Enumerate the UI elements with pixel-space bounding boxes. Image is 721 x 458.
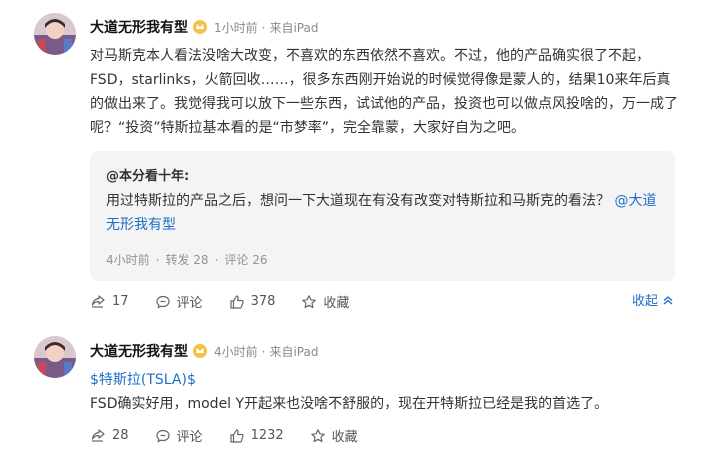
comment-button[interactable]: 评论: [155, 426, 203, 445]
share-icon: [91, 428, 105, 442]
vip-crown-icon: [192, 343, 208, 359]
post-meta: 4小时前 · 来自iPad: [214, 344, 319, 359]
post-actions: 28 评论 1232 收藏: [90, 426, 384, 445]
stock-tag-link[interactable]: $特斯拉(TSLA)$: [90, 368, 680, 392]
avatar[interactable]: [34, 336, 76, 378]
collect-button[interactable]: 收藏: [310, 426, 358, 445]
share-count: 28: [112, 428, 129, 443]
post-source: 来自iPad: [269, 344, 319, 359]
post-content: $特斯拉(TSLA)$ FSD确实好用，model Y开起来也没啥不舒服的，现在…: [90, 368, 680, 416]
collect-icon: [310, 428, 325, 442]
post-text: FSD确实好用，model Y开起来也没啥不舒服的，现在开特斯拉已经是我的首选了…: [90, 396, 609, 412]
collect-label: 收藏: [331, 430, 358, 445]
post-header: 大道无形我有型 4小时前 · 来自iPad: [90, 341, 318, 361]
like-count: 1232: [250, 428, 284, 443]
like-button[interactable]: 1232: [229, 428, 284, 444]
author-name[interactable]: 大道无形我有型: [90, 341, 188, 361]
comment-icon: [155, 429, 170, 443]
comment-label: 评论: [176, 430, 203, 445]
like-icon: [229, 428, 244, 443]
post-time[interactable]: 4小时前: [214, 345, 258, 359]
post-2: 大道无形我有型 4小时前 · 来自iPad $特斯拉(TSLA)$ FSD确实好用，…: [0, 0, 721, 458]
avatar-image: [34, 336, 76, 378]
share-button[interactable]: 28: [90, 428, 129, 444]
